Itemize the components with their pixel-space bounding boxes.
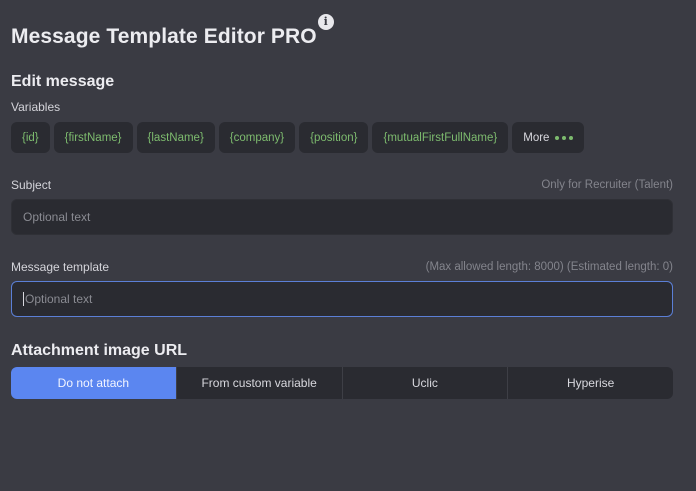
page: Message Template Editor PRO i Edit messa… [0, 0, 696, 491]
variables-label: Variables [11, 100, 61, 114]
more-variables-label: More [523, 131, 550, 144]
option-uclic[interactable]: Uclic [341, 367, 508, 399]
edit-message-heading: Edit message [11, 73, 115, 90]
message-placeholder: Optional text [25, 292, 93, 306]
subject-placeholder: Optional text [23, 210, 91, 224]
subject-label: Subject [11, 178, 52, 192]
variable-chip-last-name[interactable]: {lastName} [136, 122, 215, 153]
message-template-label: Message template [11, 260, 110, 274]
more-dots-icon [555, 135, 574, 140]
variable-chip-first-name[interactable]: {firstName} [53, 122, 133, 153]
variable-chip-mutual-first-full-name[interactable]: {mutualFirstFullName} [372, 122, 509, 153]
info-icon[interactable]: i [317, 14, 334, 30]
option-from-custom-variable[interactable]: From custom variable [175, 367, 342, 399]
text-caret [23, 292, 24, 306]
more-variables-button[interactable]: More [512, 122, 585, 153]
attachment-heading: Attachment image URL [11, 342, 188, 359]
app-header: Message Template Editor PRO i [11, 14, 334, 49]
app-title: Message Template Editor PRO [11, 25, 317, 48]
subject-hint: Only for Recruiter (Talent) [541, 179, 673, 191]
attachment-options: Do not attach From custom variable Uclic… [11, 367, 673, 399]
option-hyperise[interactable]: Hyperise [507, 367, 673, 399]
variable-chips: {id} {firstName} {lastName} {company} {p… [11, 122, 585, 153]
variable-chip-company[interactable]: {company} [218, 122, 296, 153]
message-length-hint: (Max allowed length: 8000) (Estimated le… [425, 261, 673, 273]
message-template-input[interactable]: Optional text [11, 281, 673, 317]
variable-chip-position[interactable]: {position} [299, 122, 369, 153]
variable-chip-id[interactable]: {id} [11, 122, 50, 153]
subject-input[interactable]: Optional text [11, 199, 673, 235]
option-do-not-attach[interactable]: Do not attach [11, 367, 176, 399]
